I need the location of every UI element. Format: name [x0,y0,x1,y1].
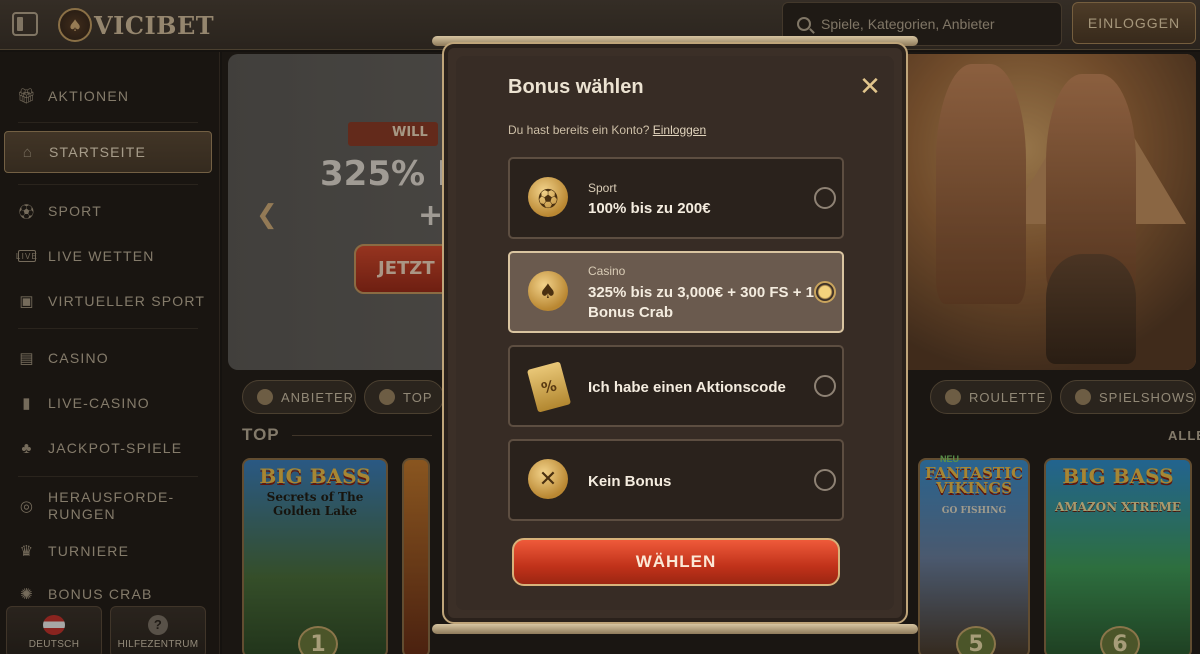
option-radio[interactable] [814,469,836,491]
casino-chip-icon: ♠ [528,271,568,311]
bonus-option-sport[interactable]: ⚽︎ Sport 100% bis zu 200€ [508,157,844,239]
bonus-option-none[interactable]: ✕ Kein Bonus [508,439,844,521]
option-label: 325% bis zu 3,000€ + 300 FS + 1 Bonus Cr… [588,284,814,321]
choose-bonus-button[interactable]: WÄHLEN [512,538,840,586]
coupon-icon: % [526,361,572,413]
login-link[interactable]: Einloggen [653,123,706,137]
login-prompt: Du hast bereits ein Konto? Einloggen [508,123,706,137]
modal-body [456,56,894,610]
no-bonus-icon: ✕ [528,459,568,499]
option-radio[interactable] [814,375,836,397]
bonus-modal: Bonus wählen ✕ Du hast bereits ein Konto… [432,36,918,638]
option-radio[interactable] [814,281,836,303]
close-icon[interactable]: ✕ [858,74,882,100]
option-label: Ich habe einen Aktionscode [588,379,786,396]
bonus-option-promo-code[interactable]: % Ich habe einen Aktionscode [508,345,844,427]
option-category: Sport [588,181,617,195]
option-category: Casino [588,264,626,278]
bonus-option-casino[interactable]: ♠ Casino 325% bis zu 3,000€ + 300 FS + 1… [508,251,844,333]
soccer-ball-icon: ⚽︎ [528,177,568,217]
option-radio[interactable] [814,187,836,209]
modal-title: Bonus wählen [508,76,644,98]
scroll-rod-bottom [432,624,918,634]
option-label: 100% bis zu 200€ [588,200,711,217]
option-label: Kein Bonus [588,473,672,490]
login-prompt-text: Du hast bereits ein Konto? [508,123,650,137]
